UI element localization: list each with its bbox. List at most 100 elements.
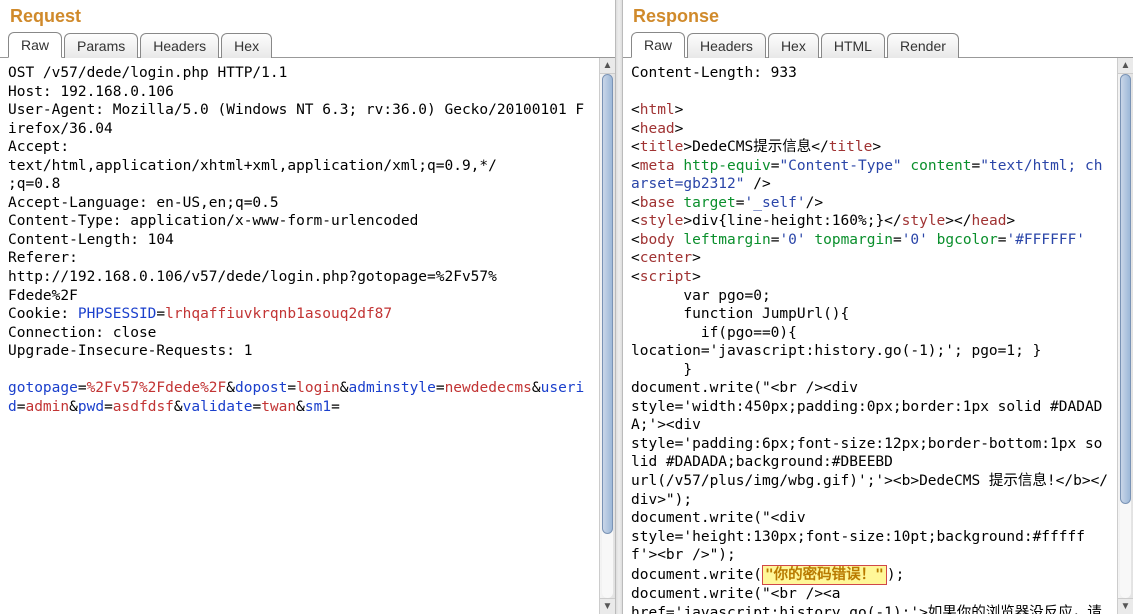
code-segment: & (340, 380, 349, 396)
code-segment: lrhqaffiuvkrqnb1asouq2df87 (165, 306, 392, 322)
code-segment: if(pgo==0){ (631, 325, 797, 341)
code-segment: gotopage (8, 380, 78, 396)
code-segment: document.write("<br /><div (631, 380, 858, 396)
request-panel: Request RawParamsHeadersHex OST /v57/ded… (0, 0, 615, 614)
scroll-up-icon[interactable]: ▲ (600, 58, 615, 74)
code-segment: < (631, 213, 640, 229)
code-segment: base (640, 195, 675, 211)
code-segment: "你的密码错误！" (762, 565, 887, 586)
code-segment: Accept-Language: en-US,en;q=0.5 (8, 195, 279, 211)
code-segment: asdfdsf (113, 399, 174, 415)
code-segment: %2Fv57%2Fdede%2F (87, 380, 227, 396)
code-segment: document.write("<div (631, 510, 806, 526)
response-tab-hex[interactable]: Hex (768, 33, 819, 58)
code-segment: '_self' (745, 195, 806, 211)
code-segment: ></ (945, 213, 971, 229)
code-segment: Content-Length: 104 (8, 232, 174, 248)
response-tabs: RawHeadersHexHTMLRender (623, 31, 1133, 58)
code-segment: < (631, 121, 640, 137)
code-segment: newdedecms (445, 380, 532, 396)
code-segment: style='padding:6px;font-size:12px;border… (631, 436, 1102, 471)
request-tab-params[interactable]: Params (64, 33, 138, 58)
code-segment: = (736, 195, 745, 211)
code-segment: & (226, 380, 235, 396)
code-segment: twan (261, 399, 296, 415)
scroll-thumb[interactable] (1120, 74, 1131, 504)
scroll-up-icon[interactable]: ▲ (1118, 58, 1133, 74)
code-segment: OST /v57/dede/login.php HTTP/1.1 (8, 65, 287, 81)
code-segment: = (331, 399, 340, 415)
response-tab-html[interactable]: HTML (821, 33, 885, 58)
code-segment: < (631, 250, 640, 266)
code-segment: sm1 (305, 399, 331, 415)
code-segment: head (640, 121, 675, 137)
code-segment: Referer: (8, 250, 78, 266)
code-segment: adminstyle (349, 380, 436, 396)
response-scrollbar[interactable]: ▲ ▼ (1117, 58, 1133, 614)
request-scrollbar[interactable]: ▲ ▼ (599, 58, 615, 614)
code-segment: topmargin (814, 232, 893, 248)
scroll-thumb[interactable] (602, 74, 613, 534)
code-segment: >div{line-height:160%;}</ (683, 213, 901, 229)
code-segment: target (683, 195, 735, 211)
code-segment: leftmargin (683, 232, 770, 248)
code-segment: PHPSESSID (78, 306, 157, 322)
code-segment: </ (811, 139, 828, 155)
response-title: Response (623, 0, 1133, 31)
code-segment: } (631, 362, 692, 378)
code-segment: var pgo=0; (631, 288, 771, 304)
code-segment: Content-Length: 933 (631, 65, 797, 81)
code-segment: = (436, 380, 445, 396)
request-tab-raw[interactable]: Raw (8, 32, 62, 58)
code-segment (928, 232, 937, 248)
code-segment: Accept: (8, 139, 69, 155)
code-segment: = (893, 232, 902, 248)
scroll-down-icon[interactable]: ▼ (600, 598, 615, 614)
code-segment: < (631, 232, 640, 248)
code-segment: < (631, 158, 640, 174)
request-tab-hex[interactable]: Hex (221, 33, 272, 58)
code-segment: ); (887, 567, 904, 583)
code-segment: document.write("<br /><a (631, 586, 841, 602)
panel-divider[interactable] (615, 0, 623, 614)
code-segment: Cookie: (8, 306, 78, 322)
code-segment: location='javascript:history.go(-1);'; p… (631, 343, 1041, 359)
code-segment: = (156, 306, 165, 322)
code-segment: Content-Type: application/x-www-form-url… (8, 213, 418, 229)
code-segment: < (631, 102, 640, 118)
code-segment: > (675, 121, 684, 137)
code-segment: "Content-Type" (779, 158, 901, 174)
scroll-down-icon[interactable]: ▼ (1118, 598, 1133, 614)
code-segment: = (78, 380, 87, 396)
code-segment: & (296, 399, 305, 415)
code-segment: href='javascript:history.go(-1);'>如果你的浏览… (631, 605, 1102, 614)
response-raw-content[interactable]: Content-Length: 933 <html> <head> <title… (623, 58, 1117, 614)
request-tab-headers[interactable]: Headers (140, 33, 219, 58)
code-segment: '#FFFFFF' (1006, 232, 1085, 248)
code-segment: Host: 192.168.0.106 (8, 84, 174, 100)
request-title: Request (0, 0, 615, 31)
request-raw-content[interactable]: OST /v57/dede/login.php HTTP/1.1 Host: 1… (0, 58, 599, 614)
code-segment: < (631, 269, 640, 285)
response-tab-raw[interactable]: Raw (631, 32, 685, 58)
code-segment: User-Agent: Mozilla/5.0 (Windows NT 6.3;… (8, 102, 584, 137)
code-segment: bgcolor (937, 232, 998, 248)
code-segment: content (910, 158, 971, 174)
code-segment: > (675, 102, 684, 118)
code-segment: & (69, 399, 78, 415)
code-segment: '0' (902, 232, 928, 248)
code-segment: ;q=0.8 (8, 176, 60, 192)
code-segment: html (640, 102, 675, 118)
code-segment: Upgrade-Insecure-Requests: 1 (8, 343, 252, 359)
code-segment: admin (25, 399, 69, 415)
code-segment: Connection: close (8, 325, 156, 341)
code-segment: title (829, 139, 873, 155)
response-tab-headers[interactable]: Headers (687, 33, 766, 58)
code-segment: = (252, 399, 261, 415)
response-panel: Response RawHeadersHexHTMLRender Content… (623, 0, 1133, 614)
code-segment: > (1006, 213, 1015, 229)
code-segment: < (631, 195, 640, 211)
code-segment: style (640, 213, 684, 229)
response-tab-render[interactable]: Render (887, 33, 959, 58)
code-segment: url(/v57/plus/img/wbg.gif)';'><b>DedeCMS… (631, 473, 1108, 508)
